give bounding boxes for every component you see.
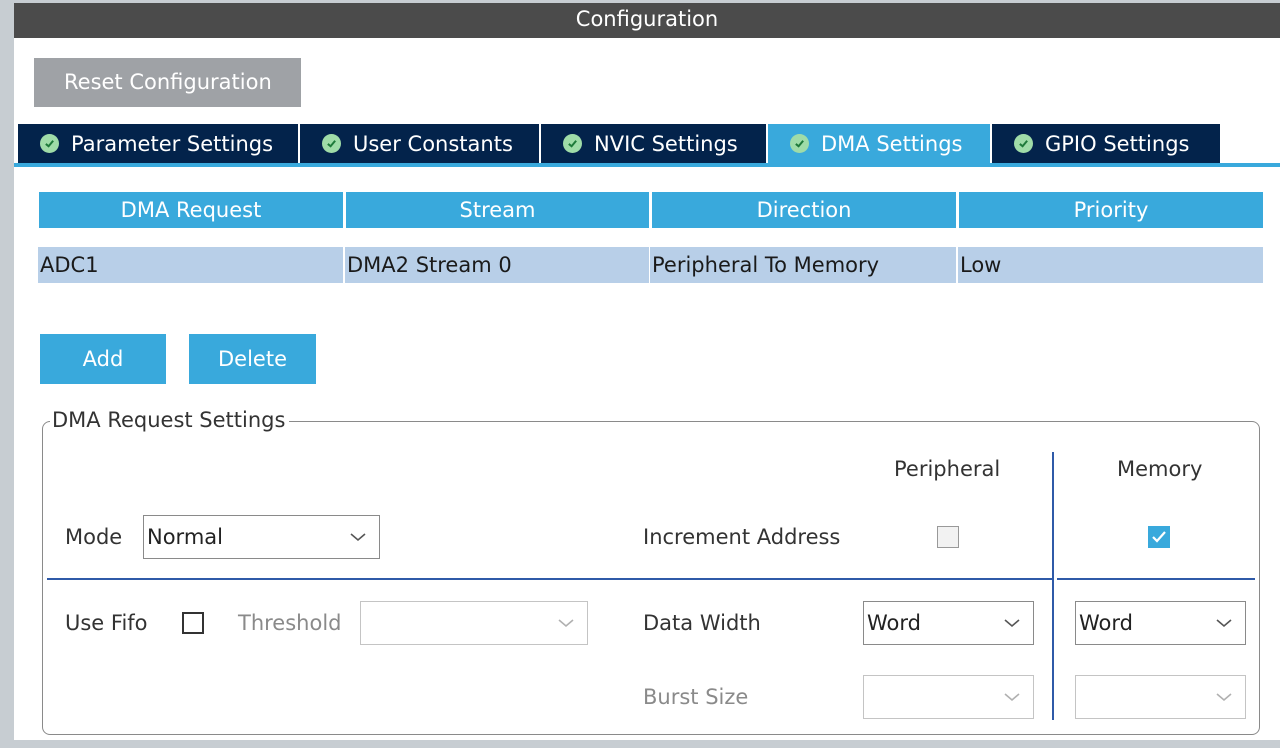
window-bottom-border [14,740,1280,748]
group-legend: DMA Request Settings [50,408,290,432]
chevron-down-icon [558,619,574,628]
tab-parameter-settings[interactable]: Parameter Settings [18,124,298,163]
chevron-down-icon [1216,693,1232,702]
mode-select[interactable]: Normal [143,515,380,559]
title-top-border [14,0,1280,3]
check-circle-icon [563,134,582,153]
mode-label: Mode [65,525,123,549]
tab-dma-settings[interactable]: DMA Settings [768,124,990,163]
column-header-stream[interactable]: Stream [346,192,649,228]
tab-label: GPIO Settings [1045,131,1190,156]
burst-size-label: Burst Size [643,685,749,709]
memory-burst-size-select[interactable] [1075,675,1246,719]
column-header-priority[interactable]: Priority [959,192,1263,228]
chevron-down-icon [1216,619,1232,628]
threshold-label: Threshold [238,611,342,635]
peripheral-column-label: Peripheral [894,457,1001,481]
peripheral-increment-checkbox[interactable] [937,526,959,548]
divider [47,578,1052,580]
peripheral-data-width-select[interactable]: Word [863,601,1034,645]
check-circle-icon [322,134,341,153]
settings-tabs: Parameter Settings User Constants NVIC S… [18,124,1222,163]
chevron-down-icon [1004,619,1020,628]
cell-stream[interactable]: DMA2 Stream 0 [345,247,649,283]
panel-title: Configuration [14,0,1280,38]
mode-value: Normal [147,525,223,549]
threshold-select[interactable] [360,601,588,645]
peripheral-burst-size-select[interactable] [863,675,1034,719]
tab-underline [14,163,1280,167]
check-circle-icon [790,134,809,153]
cell-direction[interactable]: Peripheral To Memory [650,247,956,283]
reset-configuration-button[interactable]: Reset Configuration [34,58,301,107]
increment-address-label: Increment Address [643,525,841,549]
checkmark-icon [1152,531,1166,543]
cell-dma-request[interactable]: ADC1 [38,247,343,283]
add-button[interactable]: Add [40,334,166,384]
column-header-direction[interactable]: Direction [652,192,956,228]
check-circle-icon [1014,134,1033,153]
use-fifo-label: Use Fifo [65,611,148,635]
cell-priority[interactable]: Low [958,247,1263,283]
column-divider [1052,452,1054,720]
check-circle-icon [40,134,59,153]
memory-data-width-value: Word [1079,611,1133,635]
peripheral-data-width-value: Word [867,611,921,635]
memory-data-width-select[interactable]: Word [1075,601,1246,645]
chevron-down-icon [350,533,366,542]
tab-label: DMA Settings [821,131,963,156]
use-fifo-checkbox[interactable] [182,612,204,634]
tab-gpio-settings[interactable]: GPIO Settings [992,124,1220,163]
tab-user-constants[interactable]: User Constants [300,124,539,163]
column-header-dma-request[interactable]: DMA Request [39,192,343,228]
tab-nvic-settings[interactable]: NVIC Settings [541,124,766,163]
memory-column-label: Memory [1117,457,1203,481]
chevron-down-icon [1004,693,1020,702]
memory-increment-checkbox[interactable] [1148,526,1170,548]
tab-label: Parameter Settings [71,131,274,156]
tab-label: NVIC Settings [594,131,738,156]
data-width-label: Data Width [643,611,761,635]
window-left-border [0,0,14,748]
delete-button[interactable]: Delete [189,334,316,384]
divider [1057,578,1255,580]
tab-label: User Constants [353,131,513,156]
